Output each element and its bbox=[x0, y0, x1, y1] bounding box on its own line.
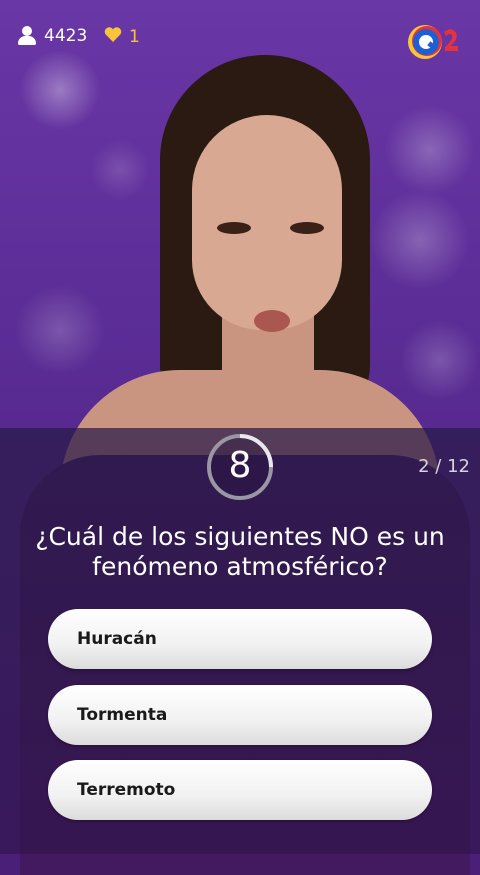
presenter-left-eye bbox=[217, 222, 251, 234]
answer-option-3[interactable]: Terremoto bbox=[48, 760, 432, 820]
player-count: 4423 bbox=[18, 26, 87, 46]
top-bar: 4423 1 bbox=[0, 0, 480, 76]
lives-count-value: 1 bbox=[129, 26, 140, 47]
countdown-timer: 8 bbox=[205, 432, 275, 502]
answer-option-1[interactable]: Huracán bbox=[48, 609, 432, 669]
question-text: ¿Cuál de los siguientes NO es un fenómen… bbox=[35, 522, 445, 581]
presenter-right-eye bbox=[290, 222, 324, 234]
presenter-face bbox=[192, 115, 342, 330]
user-icon bbox=[18, 26, 36, 46]
presenter-mouth bbox=[254, 310, 290, 332]
player-count-value: 4423 bbox=[44, 26, 88, 46]
answer-option-2[interactable]: Tormenta bbox=[48, 685, 432, 745]
q-logo-icon[interactable] bbox=[406, 22, 462, 62]
lives-count: 1 bbox=[104, 26, 140, 47]
question-progress: 2 / 12 bbox=[418, 456, 470, 477]
timer-value: 8 bbox=[228, 445, 252, 486]
heart-icon bbox=[104, 26, 122, 47]
